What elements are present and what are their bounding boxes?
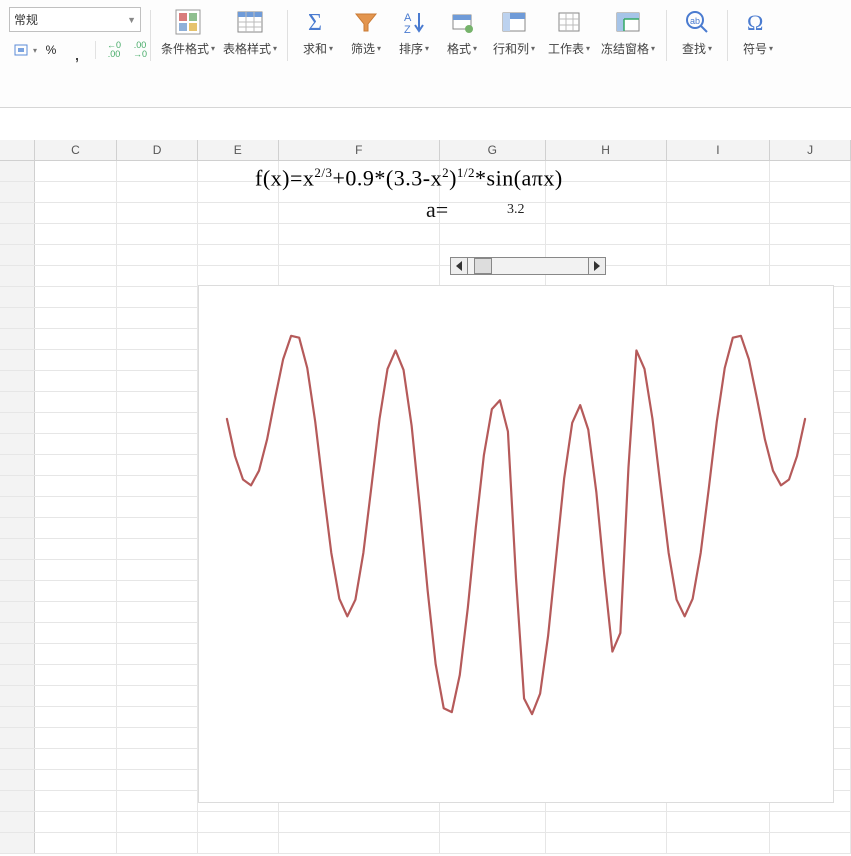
col-header[interactable]: C <box>35 140 118 160</box>
percent-button[interactable]: % <box>39 38 63 62</box>
style-group: 条件格式▾ 表格样式▾ <box>151 4 287 107</box>
chevron-down-icon: ▾ <box>425 42 429 56</box>
chevron-down-icon: ▾ <box>651 42 655 56</box>
chevron-down-icon: ▾ <box>586 42 590 56</box>
chevron-down-icon: ▾ <box>473 42 477 56</box>
filter-label: 筛选 <box>351 42 375 56</box>
filter-button[interactable]: 筛选▾ <box>342 4 390 56</box>
conditional-format-button[interactable]: 条件格式▾ <box>157 4 219 56</box>
svg-text:Z: Z <box>404 24 411 35</box>
corner <box>0 140 35 160</box>
worksheet-icon <box>553 6 585 38</box>
decrease-decimal-button[interactable]: .00 →0 <box>128 38 152 62</box>
rows-cols-icon <box>498 6 530 38</box>
omega-icon: Ω <box>742 6 774 38</box>
sum-label: 求和 <box>303 42 327 56</box>
chevron-down-icon: ▾ <box>377 42 381 56</box>
col-header[interactable]: J <box>770 140 851 160</box>
col-header[interactable]: H <box>546 140 667 160</box>
chevron-down-icon: ▾ <box>531 42 535 56</box>
column-headers: C D E F G H I J <box>0 140 851 161</box>
table-styles-label: 表格样式 <box>223 42 271 56</box>
formula-text: f(x)=x2/3+0.9*(3.3-x2)1/2*sin(aπx) <box>255 165 563 191</box>
divider <box>95 41 96 59</box>
chevron-down-icon: ▾ <box>33 46 37 55</box>
col-header[interactable]: G <box>440 140 546 160</box>
find-label: 查找 <box>682 42 706 56</box>
symbol-group: Ω 符号▾ <box>728 4 788 107</box>
increase-decimal-button[interactable]: ←0 .00 <box>102 38 126 62</box>
slider-track[interactable] <box>468 257 588 275</box>
symbol-label: 符号 <box>743 42 767 56</box>
number-format-select[interactable]: 常规 ▼ <box>9 7 141 32</box>
slider-left-button[interactable] <box>450 257 468 275</box>
sum-button[interactable]: Σ 求和▾ <box>294 4 342 56</box>
conditional-format-icon <box>172 6 204 38</box>
col-header[interactable]: D <box>117 140 198 160</box>
chevron-down-icon: ▾ <box>708 42 712 56</box>
chevron-down-icon: ▾ <box>211 42 215 56</box>
format-button[interactable]: 格式▾ <box>438 4 486 56</box>
rows-cols-label: 行和列 <box>493 42 529 56</box>
col-header[interactable]: E <box>198 140 279 160</box>
dec-inc-label: .00 →0 <box>133 41 147 59</box>
sort-button[interactable]: AZ 排序▾ <box>390 4 438 56</box>
rows-cols-button[interactable]: 行和列▾ <box>486 4 542 56</box>
chart[interactable] <box>198 285 834 803</box>
find-icon: ab <box>681 6 713 38</box>
number-format-value: 常规 <box>14 11 38 28</box>
conditional-format-label: 条件格式 <box>161 42 209 56</box>
symbol-button[interactable]: Ω 符号▾ <box>734 4 782 56</box>
svg-text:Σ: Σ <box>308 10 322 36</box>
param-slider[interactable] <box>450 257 606 275</box>
editing-group: Σ 求和▾ 筛选▾ AZ 排序▾ 格式▾ 行和列▾ <box>288 4 666 107</box>
find-group: ab 查找▾ <box>667 4 727 107</box>
a-value: 3.2 <box>507 202 525 218</box>
svg-text:A: A <box>404 12 412 24</box>
freeze-icon <box>612 6 644 38</box>
ribbon-toolbar: 常规 ▼ ▾ % , ←0 .00 .00 →0 条件格式▾ 表格样式 <box>0 0 851 108</box>
inc-dec-label: ←0 .00 <box>107 41 121 59</box>
a-label: a= <box>426 197 448 223</box>
sigma-icon: Σ <box>302 6 334 38</box>
format-icon <box>446 6 478 38</box>
freeze-panes-button[interactable]: 冻结窗格▾ <box>596 4 660 56</box>
find-button[interactable]: ab 查找▾ <box>673 4 721 56</box>
format-label: 格式 <box>447 42 471 56</box>
svg-text:ab: ab <box>690 16 700 26</box>
chevron-down-icon: ▾ <box>329 42 333 56</box>
number-format-group: 常规 ▼ ▾ % , ←0 .00 .00 →0 <box>0 4 150 107</box>
worksheet-label: 工作表 <box>548 42 584 56</box>
chevron-down-icon: ▾ <box>273 42 277 56</box>
col-header[interactable]: F <box>279 140 440 160</box>
col-header[interactable]: I <box>667 140 771 160</box>
chevron-down-icon: ▾ <box>769 42 773 56</box>
spreadsheet-area: C D E F G H I J f(x)=x2/3+0.9*(3.3-x2)1/… <box>0 140 851 854</box>
slider-thumb[interactable] <box>474 258 492 274</box>
comma-button[interactable]: , <box>65 38 89 62</box>
table-styles-icon <box>234 6 266 38</box>
table-styles-button[interactable]: 表格样式▾ <box>219 4 281 56</box>
percent-label: % <box>46 43 57 57</box>
svg-text:Ω: Ω <box>747 10 763 35</box>
comma-label: , <box>75 44 80 65</box>
currency-button[interactable] <box>9 38 33 62</box>
freeze-label: 冻结窗格 <box>601 42 649 56</box>
funnel-icon <box>350 6 382 38</box>
worksheet-button[interactable]: 工作表▾ <box>542 4 596 56</box>
slider-right-button[interactable] <box>588 257 606 275</box>
chevron-down-icon: ▼ <box>127 15 136 25</box>
sort-icon: AZ <box>398 6 430 38</box>
sort-label: 排序 <box>399 42 423 56</box>
